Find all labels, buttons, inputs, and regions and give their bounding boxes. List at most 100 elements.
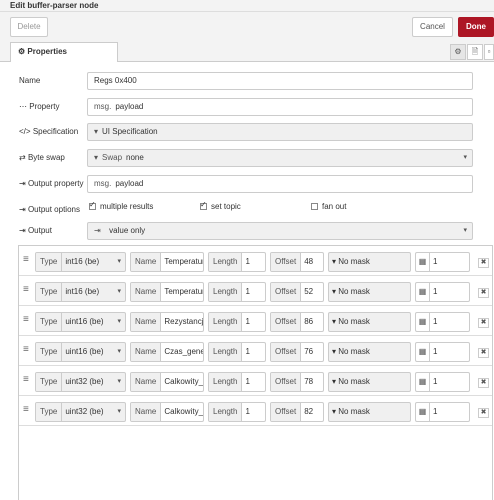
specification-select[interactable]: ▾ UI Specification <box>87 123 473 141</box>
offset-prefix: Offset <box>271 403 302 421</box>
drag-handle-icon[interactable]: ≡ <box>23 374 29 385</box>
type-value: uint32 (be) <box>65 377 104 386</box>
cancel-button[interactable]: Cancel <box>412 17 453 37</box>
remove-item-button[interactable]: ✖ <box>478 348 489 358</box>
caret-down-icon: ▾ <box>332 407 337 416</box>
name-field[interactable]: NameCzas_genera <box>130 342 204 362</box>
document-icon[interactable]: 🗎 <box>467 44 483 60</box>
scale-value: 1 <box>433 287 438 296</box>
chevron-down-icon: ▾ <box>463 154 467 161</box>
mask-select[interactable]: ▾ No mask <box>328 342 411 362</box>
output-label: ⇥ Output <box>19 222 87 240</box>
set-topic-checkbox[interactable] <box>200 200 207 210</box>
length-field[interactable]: Length 1 <box>208 402 266 422</box>
more-tabs-icon[interactable]: ▫ <box>484 44 494 60</box>
done-button[interactable]: Done <box>458 17 494 37</box>
type-select[interactable]: Type int16 (be) ▾ <box>35 252 126 272</box>
scale-field[interactable]: ▦ 1 <box>415 312 470 332</box>
offset-field[interactable]: Offset 76 <box>270 342 324 362</box>
length-field[interactable]: Length 1 <box>208 312 266 332</box>
output-property-input[interactable]: msg. payload <box>87 175 473 193</box>
drag-handle-icon[interactable]: ≡ <box>23 314 29 325</box>
tab-properties[interactable]: ⚙ Properties <box>10 42 118 63</box>
delete-button[interactable]: Delete <box>10 17 48 37</box>
mask-select[interactable]: ▾ No mask <box>328 402 411 422</box>
scale-field[interactable]: ▦ 1 <box>415 372 470 392</box>
offset-field[interactable]: Offset 48 <box>270 252 324 272</box>
name-field[interactable]: NameCalkowity_cz <box>130 372 204 392</box>
output-select[interactable]: ⇥ value only ▾ <box>87 222 473 240</box>
scale-field[interactable]: ▦ 1 <box>415 342 470 362</box>
name-prefix: Name <box>131 283 162 301</box>
name-prefix: Name <box>131 343 162 361</box>
length-field[interactable]: Length 1 <box>208 282 266 302</box>
more-icon: ⋯ <box>19 102 27 111</box>
drag-handle-icon[interactable]: ≡ <box>23 404 29 415</box>
fan-out-checkbox[interactable] <box>311 203 318 210</box>
mask-select[interactable]: ▾ No mask <box>328 282 411 302</box>
offset-value: 86 <box>304 317 314 326</box>
scale-field[interactable]: ▦ 1 <box>415 402 470 422</box>
byteswap-select[interactable]: ▾ Swap none ▾ <box>87 149 473 167</box>
drag-handle-icon[interactable]: ≡ <box>23 344 29 355</box>
offset-value: 48 <box>304 257 314 266</box>
scale-field[interactable]: ▦ 1 <box>415 282 470 302</box>
name-field[interactable]: NameRezystancja_ <box>130 312 204 332</box>
output-options-label-text: Output options <box>27 205 80 214</box>
scale-value: 1 <box>433 407 438 416</box>
remove-item-button[interactable]: ✖ <box>478 378 489 388</box>
type-select[interactable]: Type uint16 (be) ▾ <box>35 312 126 332</box>
specification-label: </> Specification <box>19 123 87 141</box>
scale-field[interactable]: ▦ 1 <box>415 252 470 272</box>
type-select[interactable]: Type int16 (be) ▾ <box>35 282 126 302</box>
remove-item-button[interactable]: ✖ <box>478 258 489 268</box>
mask-select[interactable]: ▾ No mask <box>328 372 411 392</box>
swap-icon: ⇄ <box>19 153 26 162</box>
list-item: ≡ Typeuint16 (be)▾NameCzas_generaLength1O… <box>19 336 492 366</box>
calculator-icon: ▦ <box>416 343 430 361</box>
mask-select[interactable]: ▾ No mask <box>328 252 411 272</box>
offset-field[interactable]: Offset 86 <box>270 312 324 332</box>
property-label-text: Property <box>29 102 60 111</box>
length-field[interactable]: Length 1 <box>208 372 266 392</box>
type-select[interactable]: Type uint32 (be) ▾ <box>35 402 126 422</box>
name-field[interactable]: NameTemperatura <box>130 252 204 272</box>
type-select[interactable]: Type uint16 (be) ▾ <box>35 342 126 362</box>
drag-handle-icon[interactable]: ≡ <box>23 254 29 265</box>
output-property-value: payload <box>115 179 144 188</box>
length-field[interactable]: Length 1 <box>208 342 266 362</box>
byteswap-label-text: Byte swap <box>27 153 65 162</box>
type-select[interactable]: Type uint32 (be) ▾ <box>35 372 126 392</box>
remove-item-button[interactable]: ✖ <box>478 288 489 298</box>
offset-field[interactable]: Offset 52 <box>270 282 324 302</box>
length-value: 1 <box>245 287 250 296</box>
length-prefix: Length <box>209 283 243 301</box>
offset-prefix: Offset <box>271 283 302 301</box>
name-field[interactable]: NameTemperatura <box>130 282 204 302</box>
offset-field[interactable]: Offset 82 <box>270 402 324 422</box>
mask-value: No mask <box>338 287 370 296</box>
type-prefix: Type <box>36 403 63 421</box>
remove-item-button[interactable]: ✖ <box>478 408 489 418</box>
multiple-results-label: multiple results <box>100 202 154 211</box>
list-item: ≡Typeint16 (be)▾NameTemperaturaLength1Of… <box>19 276 492 306</box>
multiple-results-checkbox[interactable] <box>89 200 96 210</box>
name-input[interactable]: Regs 0x400 <box>87 72 473 90</box>
offset-field[interactable]: Offset 78 <box>270 372 324 392</box>
mask-select[interactable]: ▾ No mask <box>328 312 411 332</box>
tab-properties-label: Properties <box>27 47 67 56</box>
caret-down-icon: ▾ <box>332 347 337 356</box>
drag-handle-icon[interactable]: ≡ <box>23 284 29 295</box>
sign-out-icon: ⇥ <box>19 179 26 188</box>
length-value: 1 <box>245 377 250 386</box>
name-value: Temperatura <box>164 257 203 266</box>
name-field[interactable]: NameCalkowity_cz <box>130 402 204 422</box>
length-prefix: Length <box>209 403 243 421</box>
chevron-down-icon: ▾ <box>117 288 121 295</box>
remove-item-button[interactable]: ✖ <box>478 318 489 328</box>
length-field[interactable]: Length 1 <box>208 252 266 272</box>
caret-down-icon: ▾ <box>94 127 99 136</box>
gear-icon[interactable]: ⚙ <box>450 44 466 60</box>
property-input[interactable]: msg. payload <box>87 98 473 116</box>
length-value: 1 <box>245 407 250 416</box>
